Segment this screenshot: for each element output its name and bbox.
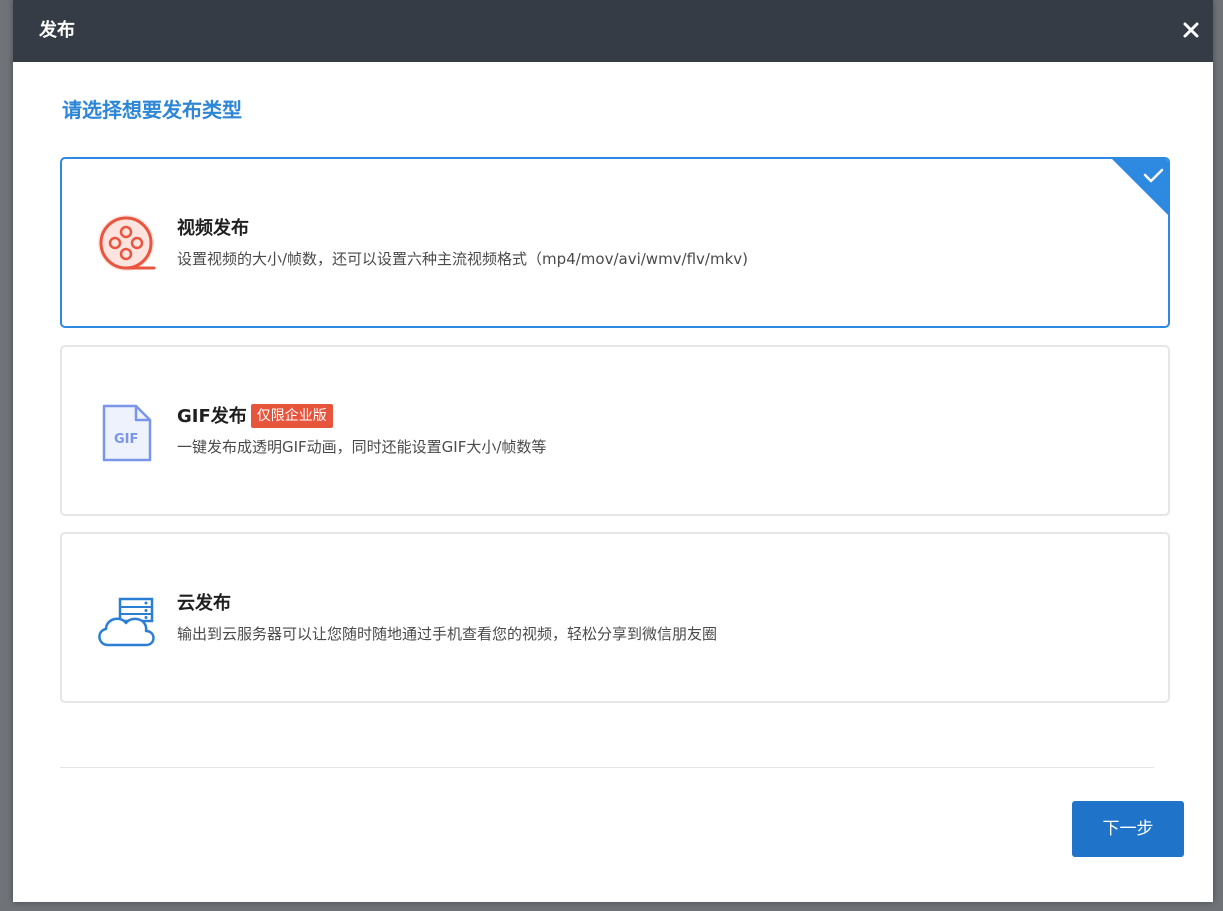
enterprise-badge: 仅限企业版 xyxy=(250,404,333,428)
film-reel-icon xyxy=(98,215,156,271)
next-step-button[interactable]: 下一步 xyxy=(1072,801,1184,857)
option-title: 视频发布 xyxy=(177,218,249,239)
cloud-server-icon xyxy=(98,597,155,647)
dialog-titlebar: 发布 xyxy=(13,0,1213,62)
option-description: 输出到云服务器可以让您随时随地通过手机查看您的视频，轻松分享到微信朋友圈 xyxy=(177,625,718,643)
section-heading: 请选择想要发布类型 xyxy=(62,98,242,122)
dialog-title: 发布 xyxy=(39,20,75,41)
footer-divider xyxy=(60,767,1154,768)
option-title: 云发布 xyxy=(177,593,231,614)
option-video-publish[interactable]: 视频发布 设置视频的大小/帧数，还可以设置六种主流视频格式（mp4/mov/av… xyxy=(60,157,1170,328)
option-cloud-publish[interactable]: 云发布 输出到云服务器可以让您随时随地通过手机查看您的视频，轻松分享到微信朋友圈 xyxy=(60,532,1170,703)
option-description: 设置视频的大小/帧数，还可以设置六种主流视频格式（mp4/mov/avi/wmv… xyxy=(177,250,749,268)
option-title-text: GIF发布 xyxy=(177,406,247,427)
gif-file-icon: GIF xyxy=(102,404,152,462)
gif-icon-label: GIF xyxy=(114,432,138,447)
option-gif-publish[interactable]: GIF GIF发布 仅限企业版 一键发布成透明GIF动画，同时还能设置GIF大小/… xyxy=(60,345,1170,516)
close-button[interactable] xyxy=(1175,14,1207,46)
option-description: 一键发布成透明GIF动画，同时还能设置GIF大小/帧数等 xyxy=(177,438,547,456)
selected-check-icon xyxy=(1112,159,1168,215)
close-icon xyxy=(1183,22,1199,38)
option-title: GIF发布 仅限企业版 xyxy=(177,404,333,430)
publish-dialog: 发布 请选择想要发布类型 视频发布 设置视频的大小/帧数，还可以设置六种主流视频… xyxy=(13,0,1213,902)
